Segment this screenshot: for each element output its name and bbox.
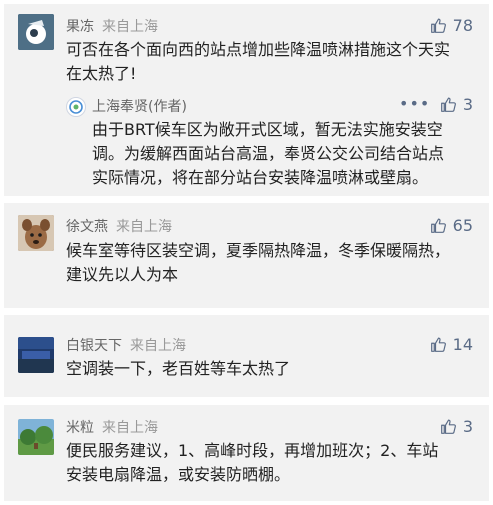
comment-card: 米粒 来自上海 3 便民服务建议，1、高峰时段，再增加班次；2、车站 安装电扇降温… [4, 405, 489, 501]
more-options-icon[interactable]: ••• [399, 94, 430, 113]
avatar[interactable] [18, 14, 54, 50]
like-button[interactable]: 14 [430, 335, 473, 354]
location: 来自上海 [102, 420, 158, 436]
thumb-up-icon [430, 336, 447, 353]
comment-text: 便民服务建议，1、高峰时段，再增加班次；2、车站 安装电扇降温，或安装防晒棚。 [66, 441, 439, 484]
like-count: 3 [462, 417, 473, 436]
like-count: 65 [452, 216, 473, 235]
like-button[interactable]: 3 [440, 95, 473, 114]
comment-text: 可否在各个面向西的站点增加些降温喷淋措施这个天实 在太热了! [66, 40, 451, 83]
location: 来自上海 [102, 19, 158, 35]
username[interactable]: 米粒 来自上海 [66, 417, 158, 437]
thumb-up-icon [430, 217, 447, 234]
location: 来自上海 [130, 338, 186, 354]
like-count: 3 [462, 95, 473, 114]
like-count: 14 [452, 335, 473, 354]
like-button[interactable]: 3 [440, 417, 473, 436]
like-button[interactable]: 78 [430, 16, 473, 35]
avatar[interactable] [18, 419, 54, 455]
author-name[interactable]: 上海奉贤(作者) [92, 96, 187, 116]
comment-text: 空调装一下，老百姓等车太热了 [66, 359, 291, 378]
shanghai-fengxian-logo-icon [69, 100, 83, 114]
like-button[interactable]: 65 [430, 216, 473, 235]
thumb-up-icon [440, 418, 457, 435]
avatar[interactable] [18, 215, 54, 251]
username[interactable]: 徐文燕 来自上海 [66, 216, 172, 236]
comment-card: 果冻 来自上海 78 可否在各个面向西的站点增加些降温喷淋措施这个天实 在太热了!… [4, 4, 489, 196]
location: 来自上海 [116, 219, 172, 235]
username[interactable]: 果冻 来自上海 [66, 16, 158, 36]
avatar[interactable] [18, 337, 54, 373]
reply-text: 由于BRT候车区为敞开式区域，暂无法实施安装空 调。为缓解西面站台高温，奉贤公交… [92, 120, 445, 187]
comment-text: 候车室等待区装空调，夏季隔热降温，冬季保暖隔热， 建议先以人为本 [66, 241, 451, 284]
username[interactable]: 白银天下 来自上海 [66, 335, 186, 355]
like-count: 78 [452, 16, 473, 35]
comment-card: 白银天下 来自上海 14 空调装一下，老百姓等车太热了 [4, 315, 489, 397]
author-avatar[interactable] [66, 97, 86, 117]
thumb-up-icon [430, 17, 447, 34]
comment-card: 徐文燕 来自上海 65 候车室等待区装空调，夏季隔热降温，冬季保暖隔热， 建议先以… [4, 203, 489, 308]
thumb-up-icon [440, 96, 457, 113]
